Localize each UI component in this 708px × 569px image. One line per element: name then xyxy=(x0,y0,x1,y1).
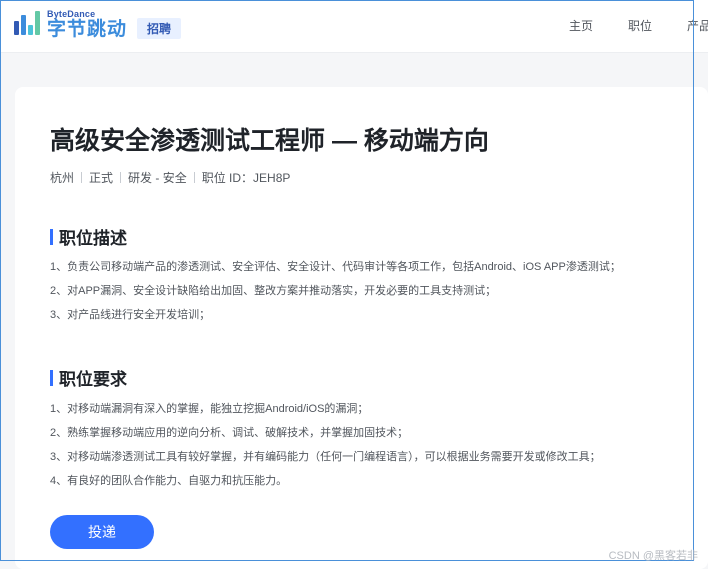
description-heading: 职位描述 xyxy=(50,224,127,249)
nav-jobs[interactable]: 职位 xyxy=(628,17,652,34)
list-item: 1、负责公司移动端产品的渗透测试、安全评估、安全设计、代码审计等各项工作，包括A… xyxy=(50,261,621,273)
list-item: 3、对产品线进行安全开发培训； xyxy=(50,309,211,321)
brand-text: ByteDance 字节跳动 xyxy=(47,9,127,41)
job-location: 杭州 xyxy=(50,171,75,185)
job-detail-card: 高级安全渗透测试工程师 — 移动端方向 杭州 正式 研发 - 安全 职位 ID：… xyxy=(15,87,708,569)
logo-bars-icon xyxy=(14,9,42,39)
list-item: 2、熟练掌握移动端应用的逆向分析、调试、破解技术，并掌握加固技术； xyxy=(50,427,409,439)
job-meta: 杭州 正式 研发 - 安全 职位 ID：JEH8P xyxy=(50,169,290,186)
list-item: 1、对移动端漏洞有深入的掌握，能独立挖掘Android/iOS的漏洞； xyxy=(50,403,369,415)
requirements-list: 1、对移动端漏洞有深入的掌握，能独立挖掘Android/iOS的漏洞； 2、熟练… xyxy=(50,397,601,493)
apply-button[interactable]: 投递 xyxy=(50,515,154,549)
heading-accent-bar xyxy=(50,228,53,245)
recruit-tag: 招聘 xyxy=(137,18,182,39)
bytedance-logo[interactable]: ByteDance 字节跳动 xyxy=(14,9,127,41)
description-list: 1、负责公司移动端产品的渗透测试、安全评估、安全设计、代码审计等各项工作，包括A… xyxy=(50,255,621,327)
heading-accent-bar xyxy=(50,369,53,386)
requirements-heading-text: 职位要求 xyxy=(59,370,127,389)
job-id: 职位 ID：JEH8P xyxy=(201,171,291,185)
watermark: CSDN @黑客若非 xyxy=(608,550,698,562)
job-type: 正式 xyxy=(89,171,114,185)
list-item: 4、有良好的团队合作能力、自驱力和抗压能力。 xyxy=(50,475,288,487)
nav-home[interactable]: 主页 xyxy=(569,17,593,34)
requirements-heading: 职位要求 xyxy=(50,365,127,390)
list-item: 3、对移动端渗透测试工具有较好掌握，并有编码能力（任何一门编程语言），可以根据业… xyxy=(50,451,601,463)
job-category: 研发 - 安全 xyxy=(128,171,187,185)
top-header: ByteDance 字节跳动 招聘 主页 职位 产品 xyxy=(0,0,708,53)
list-item: 2、对APP漏洞、安全设计缺陷给出加固、整改方案并推动落实，开发必要的工具支持测… xyxy=(50,285,497,297)
brand-cn: 字节跳动 xyxy=(47,19,128,40)
job-title: 高级安全渗透测试工程师 — 移动端方向 xyxy=(50,127,489,155)
meta-divider xyxy=(120,172,122,183)
nav-products[interactable]: 产品 xyxy=(687,17,708,34)
meta-divider xyxy=(193,172,195,183)
brand-en: ByteDance xyxy=(47,9,96,19)
meta-divider xyxy=(81,172,83,183)
description-heading-text: 职位描述 xyxy=(59,229,127,248)
